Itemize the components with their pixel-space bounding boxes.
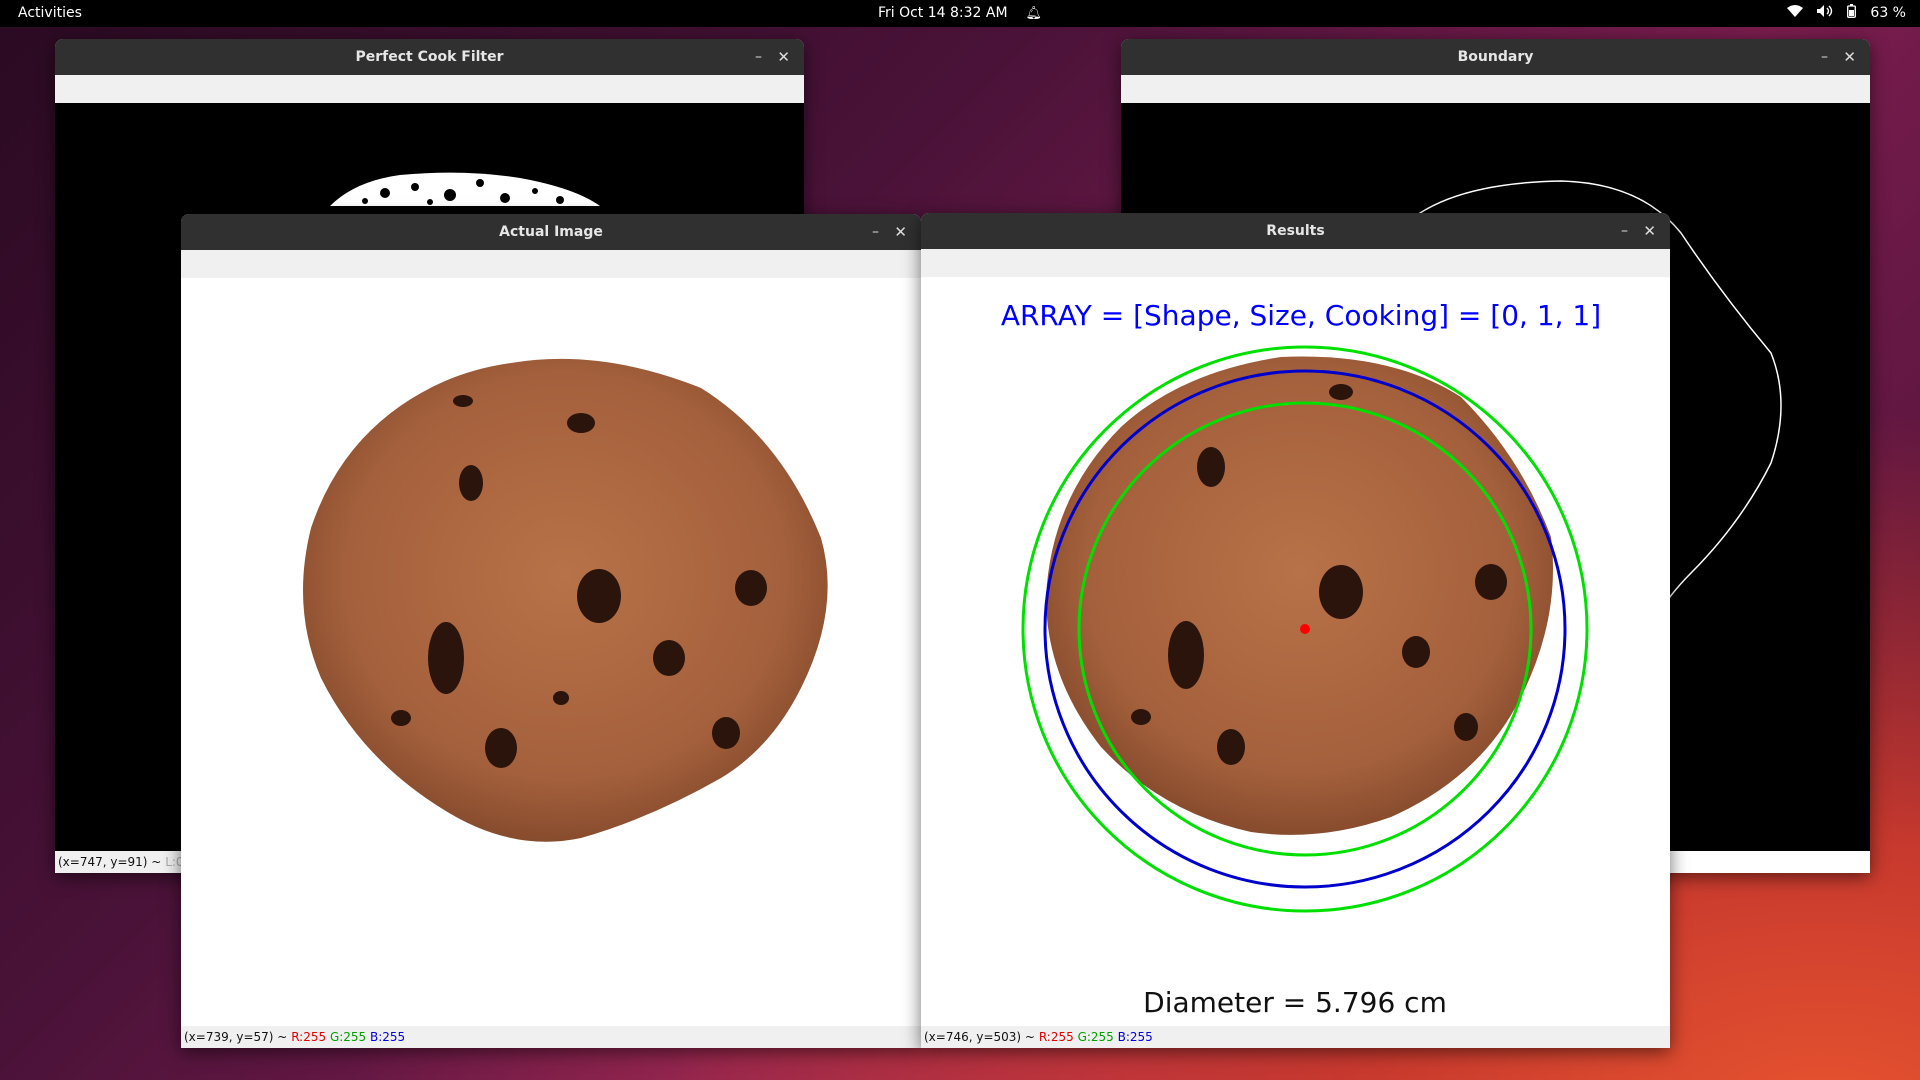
center-point <box>1300 624 1310 634</box>
status-b: B:255 <box>1117 1030 1153 1044</box>
window-titlebar[interactable]: Perfect Cook Filter – ✕ <box>55 39 804 75</box>
status-g: G:255 <box>329 1030 367 1044</box>
status-coords: (x=739, y=57) ~ <box>184 1030 288 1044</box>
close-icon[interactable]: ✕ <box>1843 39 1856 75</box>
top-bar: Activities Fri Oct 14 8:32 AM 🔔︎ 63 % <box>0 0 1920 27</box>
minimize-icon[interactable]: – <box>1821 39 1828 75</box>
window-titlebar[interactable]: Actual Image – ✕ <box>181 214 921 250</box>
window-title: Results <box>1266 223 1325 239</box>
close-icon[interactable]: ✕ <box>777 39 790 75</box>
actual-image-window[interactable]: Actual Image – ✕ (x=739, y=57) ~ R:255 G… <box>181 214 921 1048</box>
system-tray[interactable]: 63 % <box>1787 4 1906 22</box>
status-coords: (x=746, y=503) ~ <box>924 1030 1035 1044</box>
datetime-label: Fri Oct 14 8:32 AM <box>877 5 1008 21</box>
window-title: Actual Image <box>499 224 603 240</box>
cookie-image <box>181 278 921 1026</box>
battery-icon <box>1847 4 1857 22</box>
close-icon[interactable]: ✕ <box>894 214 907 250</box>
wifi-icon <box>1787 5 1804 21</box>
window-title: Perfect Cook Filter <box>355 49 504 65</box>
results-image: ARRAY = [Shape, Size, Cooking] = [0, 1, … <box>921 277 1670 1026</box>
minimize-icon[interactable]: – <box>872 214 879 250</box>
diameter-label: Diameter = 5.796 cm <box>1143 986 1447 1019</box>
activities-button[interactable]: Activities <box>18 5 82 21</box>
battery-percent: 63 % <box>1870 5 1906 21</box>
toolbar <box>921 249 1670 277</box>
toolbar <box>55 75 804 103</box>
array-label: ARRAY = [Shape, Size, Cooking] = [0, 1, … <box>1001 299 1601 332</box>
clock-button[interactable]: Fri Oct 14 8:32 AM 🔔︎ <box>878 5 1042 21</box>
status-bar: (x=739, y=57) ~ R:255 G:255 B:255 <box>181 1026 921 1048</box>
minimize-icon[interactable]: – <box>755 39 762 75</box>
toolbar <box>1121 75 1870 103</box>
status-coords: (x=747, y=91) ~ <box>58 855 162 869</box>
window-titlebar[interactable]: Boundary – ✕ <box>1121 39 1870 75</box>
close-icon[interactable]: ✕ <box>1643 213 1656 249</box>
status-r: R:255 <box>291 1030 327 1044</box>
window-titlebar[interactable]: Results – ✕ <box>921 213 1670 249</box>
minimize-icon[interactable]: – <box>1621 213 1628 249</box>
results-window[interactable]: Results – ✕ ARRAY = [Shape, Size, Cookin… <box>921 213 1670 1048</box>
bell-icon: 🔔︎ <box>1025 6 1043 21</box>
volume-icon <box>1817 5 1833 21</box>
status-b: B:255 <box>370 1030 406 1044</box>
status-g: G:255 <box>1077 1030 1114 1044</box>
toolbar <box>181 250 921 278</box>
status-bar: (x=746, y=503) ~ R:255 G:255 B:255 <box>921 1026 1670 1048</box>
window-title: Boundary <box>1457 49 1534 65</box>
clock-area: Fri Oct 14 8:32 AM 🔔︎ <box>0 5 1920 21</box>
status-r: R:255 <box>1038 1030 1074 1044</box>
